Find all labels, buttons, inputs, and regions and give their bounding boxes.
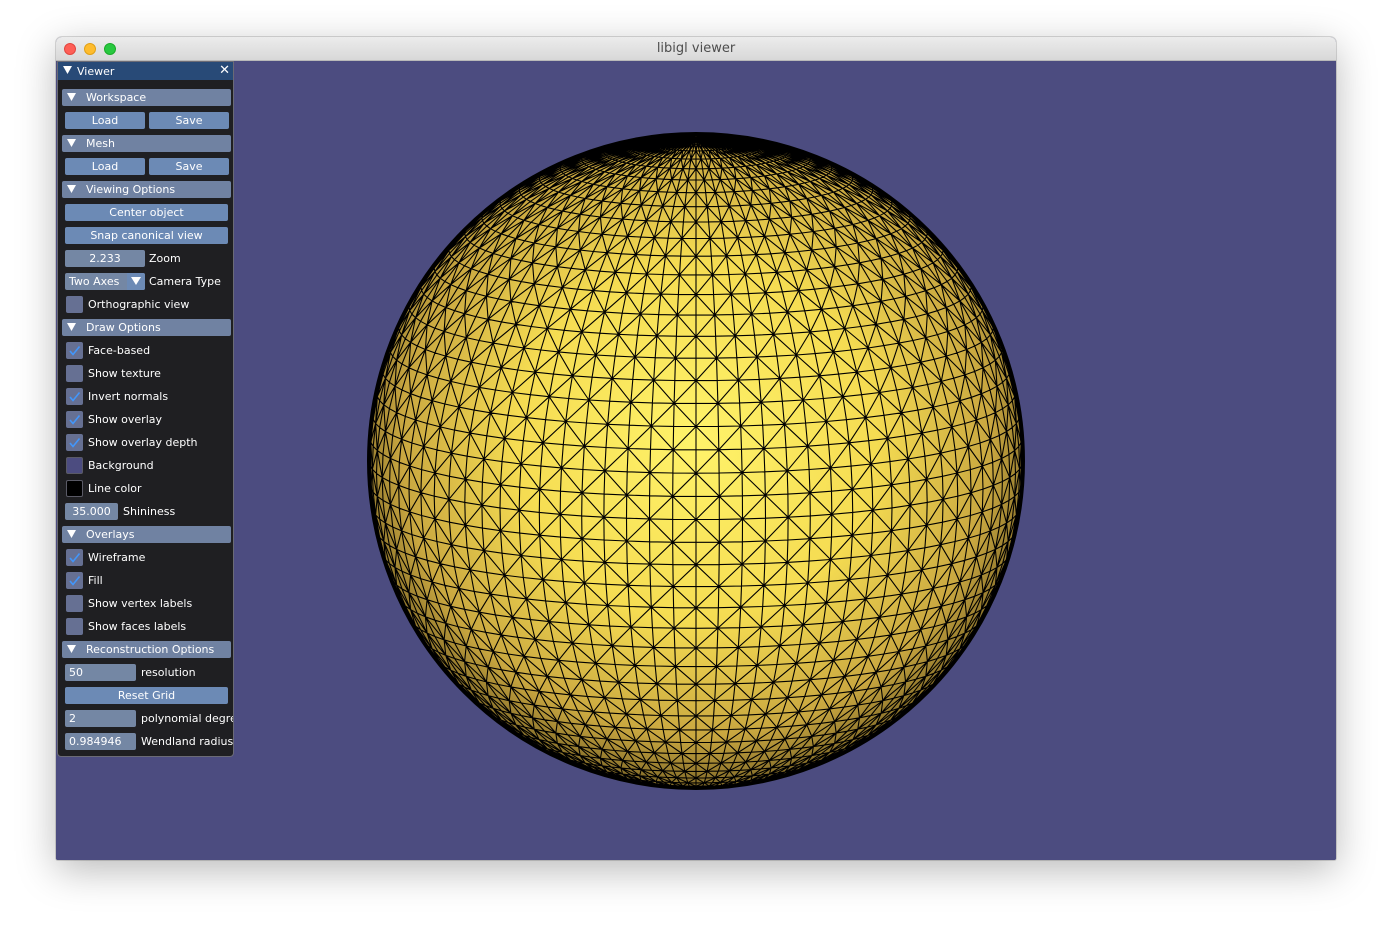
section-label: Mesh — [86, 137, 115, 150]
checkmark-icon — [69, 345, 81, 356]
expand-triangle-icon — [67, 530, 76, 538]
title-bar[interactable]: libigl viewer — [56, 37, 1336, 61]
section-viewing-options[interactable]: Viewing Options — [62, 181, 231, 198]
orthographic-view-checkbox[interactable] — [66, 296, 83, 313]
section-reconstruction-options[interactable]: Reconstruction Options — [62, 641, 231, 658]
expand-triangle-icon — [67, 185, 76, 193]
panel-title: Viewer — [77, 65, 115, 78]
invert-normals-label: Invert normals — [88, 390, 169, 403]
expand-triangle-icon — [67, 93, 76, 101]
fill-checkbox[interactable] — [66, 572, 83, 589]
checkmark-icon — [69, 552, 81, 563]
3d-viewport[interactable] — [56, 61, 1336, 860]
viewer-window: libigl viewer Viewer ✕ Workspace Load Sa… — [56, 37, 1336, 860]
show-overlay-checkbox[interactable] — [66, 411, 83, 428]
mesh-load-button[interactable]: Load — [65, 158, 145, 175]
zoom-input[interactable]: 2.233 — [65, 250, 145, 267]
checkmark-icon — [69, 414, 81, 425]
polynomial-degree-input[interactable]: 2 — [65, 710, 136, 727]
wireframe-checkbox[interactable] — [66, 549, 83, 566]
section-workspace[interactable]: Workspace — [62, 89, 231, 106]
line-color-label: Line color — [88, 482, 142, 495]
close-icon[interactable]: ✕ — [219, 64, 230, 77]
workspace-load-button[interactable]: Load — [65, 112, 145, 129]
section-overlays[interactable]: Overlays — [62, 526, 231, 543]
show-overlay-depth-label: Show overlay depth — [88, 436, 198, 449]
expand-triangle-icon — [67, 323, 76, 331]
shininess-label: Shininess — [123, 505, 176, 518]
face-based-checkbox[interactable] — [66, 342, 83, 359]
resolution-input[interactable]: 50 — [65, 664, 136, 681]
section-label: Draw Options — [86, 321, 161, 334]
show-overlay-depth-checkbox[interactable] — [66, 434, 83, 451]
checkmark-icon — [69, 575, 81, 586]
checkmark-icon — [69, 437, 81, 448]
viewer-menu-panel: Viewer ✕ Workspace Load Save Mesh Load S… — [57, 61, 234, 757]
window-title: libigl viewer — [656, 41, 736, 56]
panel-title-bar[interactable]: Viewer ✕ — [58, 62, 233, 80]
sphere-mesh[interactable] — [366, 131, 1026, 791]
resolution-label: resolution — [141, 666, 196, 679]
section-label: Viewing Options — [86, 183, 176, 196]
show-faces-labels-label: Show faces labels — [88, 620, 187, 633]
section-label: Workspace — [86, 91, 147, 104]
background-color-label: Background — [88, 459, 154, 472]
shininess-input[interactable]: 35.000 — [65, 503, 118, 520]
section-mesh[interactable]: Mesh — [62, 135, 231, 152]
chevron-down-icon[interactable] — [127, 273, 145, 290]
workspace-save-button[interactable]: Save — [149, 112, 229, 129]
show-faces-labels-checkbox[interactable] — [66, 618, 83, 635]
show-texture-checkbox[interactable] — [66, 365, 83, 382]
wendland-radius-input[interactable]: 0.984946 — [65, 733, 136, 750]
reset-grid-button[interactable]: Reset Grid — [65, 687, 228, 704]
show-overlay-label: Show overlay — [88, 413, 163, 426]
camera-type-label: Camera Type — [149, 275, 221, 288]
invert-normals-checkbox[interactable] — [66, 388, 83, 405]
snap-canonical-view-button[interactable]: Snap canonical view — [65, 227, 228, 244]
camera-type-select[interactable]: Two Axes — [65, 273, 145, 290]
checkmark-icon — [69, 391, 81, 402]
show-vertex-labels-label: Show vertex labels — [88, 597, 193, 610]
expand-triangle-icon — [67, 139, 76, 147]
show-texture-label: Show texture — [88, 367, 161, 380]
section-draw-options[interactable]: Draw Options — [62, 319, 231, 336]
section-label: Reconstruction Options — [86, 643, 215, 656]
zoom-label: Zoom — [149, 252, 181, 265]
collapse-triangle-icon[interactable] — [63, 66, 72, 75]
camera-type-value: Two Axes — [69, 275, 120, 288]
center-object-button[interactable]: Center object — [65, 204, 228, 221]
background-color-swatch[interactable] — [66, 457, 83, 474]
face-based-label: Face-based — [88, 344, 151, 357]
show-vertex-labels-checkbox[interactable] — [66, 595, 83, 612]
line-color-swatch[interactable] — [66, 480, 83, 497]
fill-label: Fill — [88, 574, 103, 587]
polynomial-degree-label: polynomial degree — [141, 712, 233, 725]
expand-triangle-icon — [67, 645, 76, 653]
section-label: Overlays — [86, 528, 135, 541]
wireframe-label: Wireframe — [88, 551, 146, 564]
wendland-radius-label: Wendland radius — [141, 735, 234, 748]
orthographic-view-label: Orthographic view — [88, 298, 190, 311]
mesh-save-button[interactable]: Save — [149, 158, 229, 175]
